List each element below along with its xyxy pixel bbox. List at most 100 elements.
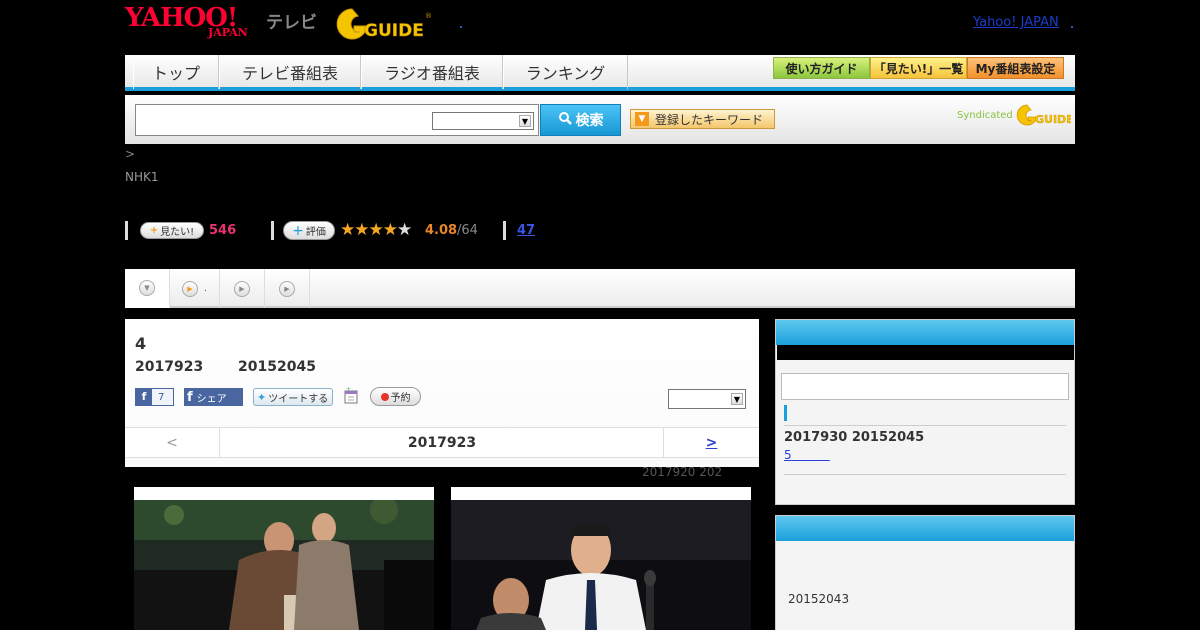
tab-details[interactable]: ▼ bbox=[125, 269, 170, 308]
rating-score: 4.08 bbox=[425, 223, 458, 238]
chevron-down-icon: ▼ bbox=[519, 115, 531, 127]
tab-related[interactable]: ▶ bbox=[265, 269, 310, 308]
episode-photo-2[interactable] bbox=[451, 487, 751, 630]
episode-select[interactable]: ▼ bbox=[668, 389, 746, 409]
yahoo-japan-link[interactable]: Yahoo! JAPAN bbox=[973, 15, 1059, 30]
mitai-count: 546 bbox=[209, 223, 237, 238]
header-dot-right bbox=[1071, 26, 1073, 28]
sidebar-box-next-broadcast bbox=[775, 319, 1075, 505]
pager-prev-button[interactable]: < bbox=[125, 428, 220, 457]
rating-stars: ★★★★★ bbox=[340, 220, 412, 240]
search-category-select[interactable]: ▼ bbox=[432, 112, 534, 130]
nav-tab-top[interactable]: トップ bbox=[133, 55, 219, 89]
evaluate-button-label: 評価 bbox=[305, 227, 326, 238]
gguide-small-logo-icon: GUIDE bbox=[1016, 104, 1071, 126]
gguide-logo-label: GUIDE bbox=[364, 21, 424, 41]
star-icon: ★ bbox=[397, 220, 412, 240]
facebook-icon: f bbox=[136, 389, 152, 405]
usage-guide-button[interactable]: 使い方ガイド bbox=[773, 57, 870, 79]
next-broadcast-link-label: 5 bbox=[784, 448, 792, 462]
japan-logo-text: JAPAN bbox=[208, 26, 248, 39]
tab-reviews[interactable]: ▶ bbox=[220, 269, 265, 308]
my-schedule-settings-button[interactable]: My番組表設定 bbox=[967, 57, 1064, 79]
search-button-label: 検索 bbox=[575, 113, 604, 129]
facebook-icon: f bbox=[187, 389, 193, 405]
search-icon bbox=[558, 111, 572, 129]
facebook-like-count: 7 bbox=[158, 391, 165, 403]
next-broadcast-link[interactable]: 5 bbox=[784, 448, 830, 462]
registered-keyword-button[interactable]: ▼ 登録したキーワード bbox=[630, 109, 775, 129]
episode-photo-2-image bbox=[451, 500, 751, 630]
facebook-share-label: シェア bbox=[196, 393, 227, 405]
play-icon: ▶ bbox=[279, 280, 295, 297]
mitai-button[interactable]: + 見たい! bbox=[140, 222, 204, 239]
related-broadcast-text: 2017920 202 bbox=[642, 465, 723, 479]
stat-divider bbox=[125, 221, 128, 240]
star-icon: ★ bbox=[340, 220, 355, 240]
breadcrumb[interactable]: > bbox=[125, 147, 135, 161]
star-icon: ★ bbox=[368, 220, 384, 240]
syndicated-gguide-logo: Syndicated GUIDE bbox=[957, 103, 1071, 127]
star-icon: ★ bbox=[354, 220, 369, 240]
add-calendar-icon[interactable]: + bbox=[343, 386, 359, 404]
next-broadcast-datetime: 2017930 20152045 bbox=[784, 430, 925, 445]
evaluate-button[interactable]: + 評価 bbox=[283, 221, 335, 240]
reviews-link[interactable]: 47 bbox=[517, 223, 535, 238]
pager-next-button[interactable]: > bbox=[663, 428, 759, 457]
tweet-label: ツイートする bbox=[268, 393, 329, 405]
global-nav: トップ テレビ番組表 ラジオ番組表 ランキング 使い方ガイド 「見たい!」一覧 … bbox=[125, 55, 1075, 91]
stat-divider bbox=[503, 221, 506, 240]
mitai-button-label: 見たい! bbox=[160, 227, 195, 238]
search-button[interactable]: 検索 bbox=[540, 104, 621, 136]
yahoo-japan-logo[interactable]: YAHOO! JAPAN bbox=[125, 4, 248, 42]
tv-logo-text[interactable]: テレビ bbox=[266, 8, 317, 33]
rating-count: /64 bbox=[457, 223, 478, 238]
svg-text:®: ® bbox=[425, 12, 432, 20]
triangle-down-icon: ▼ bbox=[635, 112, 649, 126]
sidebar-box-header bbox=[776, 516, 1074, 541]
star-icon: ★ bbox=[382, 220, 398, 240]
play-icon: ▶ bbox=[181, 280, 198, 297]
reserve-recording-button[interactable]: 予約 bbox=[370, 387, 421, 406]
reserve-label: 予約 bbox=[390, 393, 411, 404]
episode-title: 4 bbox=[135, 334, 147, 353]
gguide-logo[interactable]: GUIDE ® bbox=[334, 6, 434, 42]
chevron-down-icon: ▼ bbox=[731, 393, 743, 405]
header-dot bbox=[460, 26, 462, 28]
episode-photo-1-image bbox=[134, 500, 434, 630]
episode-photo-1[interactable] bbox=[134, 487, 434, 630]
date-pager: < 2017923 > bbox=[125, 427, 759, 458]
chevron-down-icon: ▼ bbox=[139, 279, 155, 296]
pager-current-date: 2017923 bbox=[407, 434, 477, 451]
stat-divider bbox=[271, 221, 274, 240]
sidebar-box-2 bbox=[775, 515, 1075, 630]
tab-episodes-label: . bbox=[203, 283, 208, 294]
episode-time: 20152045 bbox=[238, 359, 316, 375]
plus-icon: + bbox=[292, 222, 304, 239]
episode-date: 2017923 bbox=[135, 359, 204, 375]
sidebar-input[interactable] bbox=[781, 373, 1069, 400]
svg-text:+: + bbox=[346, 387, 351, 393]
facebook-share-button[interactable]: f シェア bbox=[184, 388, 243, 406]
gguide-logo-icon: GUIDE ® bbox=[336, 8, 432, 41]
nav-tab-ranking[interactable]: ランキング bbox=[503, 55, 628, 89]
syndicated-label: Syndicated bbox=[957, 109, 1013, 121]
sidebar-section-marker bbox=[784, 405, 787, 421]
nav-tab-radio-schedule[interactable]: ラジオ番組表 bbox=[361, 55, 503, 89]
tab-episodes[interactable]: ▶ . bbox=[170, 269, 220, 308]
channel-name: NHK1 bbox=[125, 170, 159, 184]
sidebar-divider bbox=[784, 425, 1066, 426]
sidebar-box-header bbox=[776, 320, 1074, 345]
play-icon: ▶ bbox=[234, 280, 250, 297]
nav-tab-tv-schedule[interactable]: テレビ番組表 bbox=[219, 55, 361, 89]
gguide-small-logo-label: GUIDE bbox=[1035, 113, 1071, 126]
twitter-bird-icon: ✦ bbox=[257, 390, 267, 404]
registered-keyword-label: 登録したキーワード bbox=[655, 112, 764, 127]
mitai-list-button[interactable]: 「見たい!」一覧 bbox=[870, 57, 967, 79]
facebook-like-button[interactable]: f 7 bbox=[135, 388, 174, 406]
tweet-button[interactable]: ✦ ツイートする bbox=[253, 388, 333, 406]
sidebar-box-subheader bbox=[777, 345, 1074, 360]
sidebar-box-2-text: 20152043 bbox=[788, 592, 850, 606]
plus-icon: + bbox=[149, 225, 159, 236]
content-tabs: ▼ ▶ . ▶ ▶ bbox=[125, 269, 1075, 308]
